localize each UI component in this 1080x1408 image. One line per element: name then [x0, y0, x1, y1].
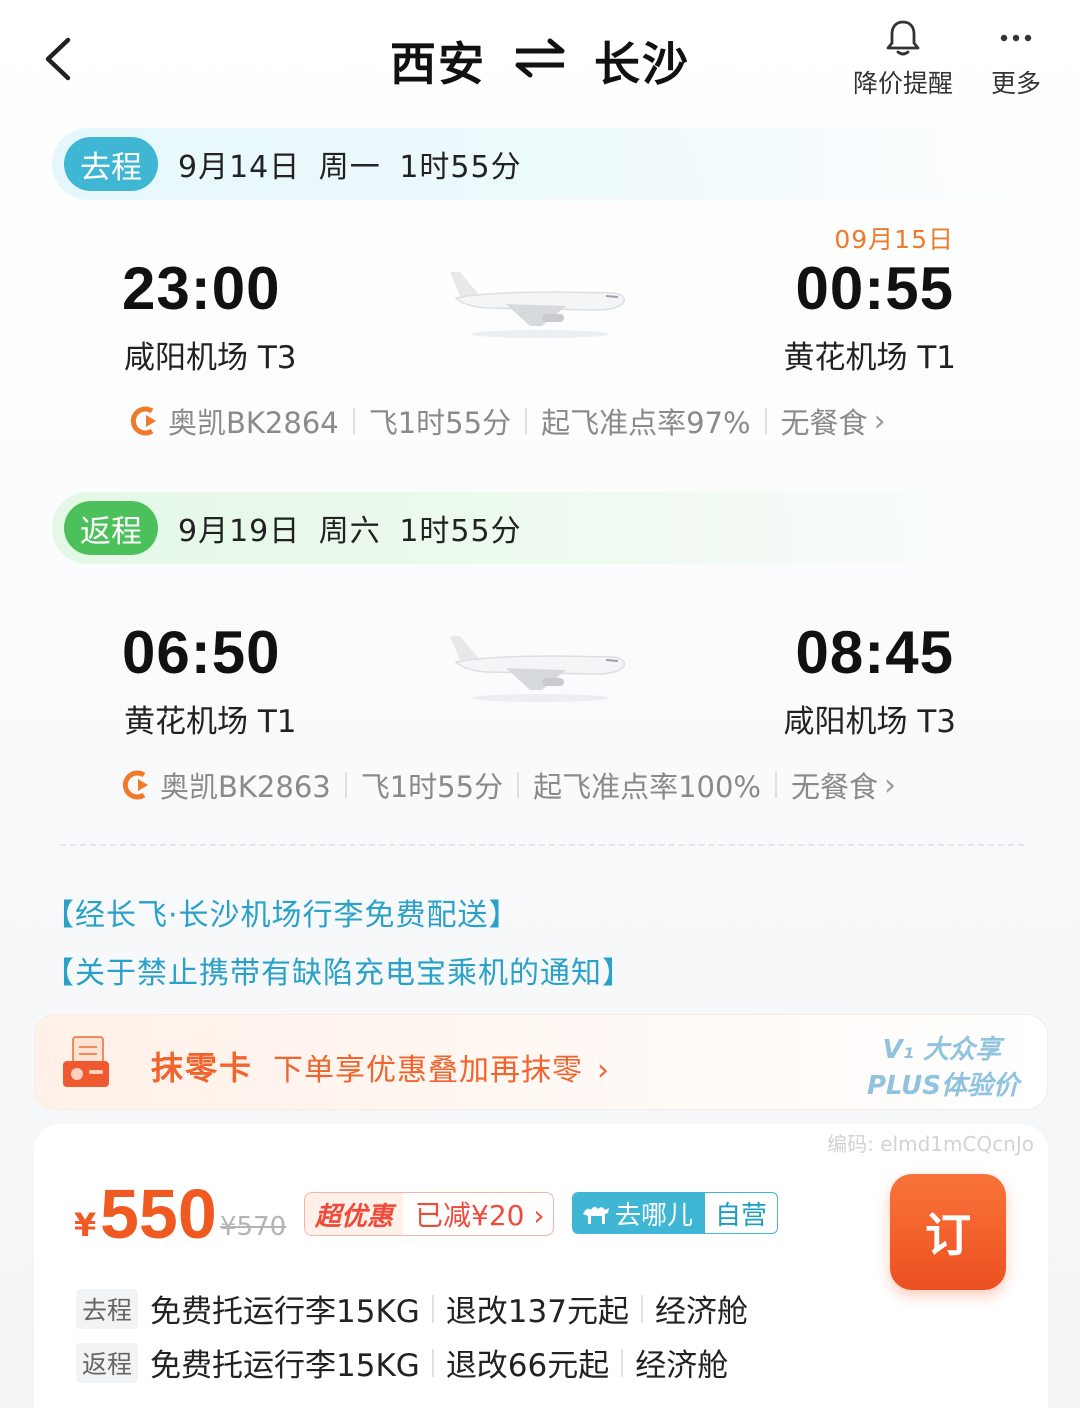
meal-info: 无餐食: [791, 770, 879, 804]
return-flight-details[interactable]: 奥凯BK2863 飞1时55分 起飞准点率100% 无餐食 ›: [122, 764, 896, 806]
on-time-rate: 起飞准点率100%: [533, 770, 761, 804]
more-label: 更多: [990, 69, 1041, 98]
notice-link-power-bank[interactable]: 【关于禁止携带有缺陷充电宝乘机的通知】: [44, 948, 633, 992]
outbound-service-row: 去程 免费托运行李15KG 退改137元起 经济舱: [76, 1286, 748, 1331]
return-date-info: 9月19日 周六 1时55分: [178, 514, 522, 549]
watermark-code: 编码: elmd1mCQcnJo: [827, 1132, 1034, 1156]
price-alert-label: 降价提醒: [852, 69, 953, 98]
meal-info: 无餐食: [780, 406, 868, 440]
divider: [517, 772, 520, 798]
discount-card-banner[interactable]: 抹零卡 下单享优惠叠加再抹零 › V₁ 大众享 PLUS体验价: [34, 1014, 1048, 1110]
divider: [621, 1348, 624, 1377]
outbound-header: 去程 9月14日 周一 1时55分: [52, 128, 1028, 200]
departure-time: 23:00: [122, 255, 281, 322]
return-header: 返程 9月19日 周六 1时55分: [52, 492, 1028, 564]
from-city: 西安: [390, 37, 486, 91]
arrival-time: 00:55: [795, 255, 954, 322]
service-leg-tag: 去程: [76, 1288, 139, 1329]
divider: [431, 1348, 434, 1377]
departure-airport: 黄花机场 T1: [124, 704, 297, 740]
departure-time: 06:50: [122, 619, 281, 686]
chevron-right-icon: ›: [597, 1053, 610, 1088]
cabin-class: 经济舱: [654, 1294, 748, 1330]
flight-duration: 飞1时55分: [360, 770, 504, 804]
book-button[interactable]: 订: [890, 1174, 1006, 1290]
notice-link-baggage-delivery[interactable]: 【经长飞·长沙机场行李免费配送】: [44, 890, 520, 934]
price-offer-card: 编码: elmd1mCQcnJo ¥ 550 ¥570 超优惠 已减¥20 › …: [34, 1124, 1048, 1408]
divider: [640, 1294, 643, 1323]
chevron-right-icon: ›: [873, 403, 886, 439]
bell-icon: [886, 20, 920, 56]
round-trip-swap-icon: [515, 38, 565, 77]
divider: [352, 408, 355, 434]
outbound-flight[interactable]: 09月15日 23:00 00:55 咸阳机场 T3 黄花机场 T1 奥凯BK2…: [0, 214, 1080, 454]
divider: [344, 772, 347, 798]
arrival-airport: 黄花机场 T1: [783, 340, 956, 376]
outbound-flight-details[interactable]: 奥凯BK2864 飞1时55分 起飞准点率97% 无餐食 ›: [130, 400, 886, 442]
airplane-icon: [450, 636, 626, 702]
arrival-airport: 咸阳机场 T3: [783, 704, 956, 740]
vendor-name-chip: 去哪儿: [573, 1193, 706, 1233]
chevron-right-icon: ›: [524, 1199, 545, 1232]
discount-card-title: 抹零卡: [151, 1049, 254, 1087]
airline-logo-icon: [122, 770, 148, 800]
return-tag: 返程: [64, 501, 158, 555]
return-service-row: 返程 免费托运行李15KG 退改66元起 经济舱: [76, 1340, 728, 1385]
return-flight[interactable]: 06:50 08:45 黄花机场 T1 咸阳机场 T3 奥凯BK2863 飞1时…: [0, 578, 1080, 818]
outbound-tag: 去程: [64, 137, 158, 191]
chevron-right-icon: ›: [884, 767, 897, 803]
camel-logo-icon: [583, 1206, 609, 1224]
divider: [775, 772, 777, 798]
cabin-class: 经济舱: [635, 1348, 729, 1384]
refund-change-fee: 退改137元起: [445, 1294, 629, 1330]
airline-flight-number: 奥凯BK2864: [168, 406, 339, 440]
refund-change-fee: 退改66元起: [445, 1348, 610, 1384]
arrival-next-day-date: 09月15日: [834, 225, 954, 254]
baggage-allowance: 免费托运行李15KG: [150, 1294, 420, 1330]
original-price: ¥570: [220, 1212, 287, 1242]
airline-flight-number: 奥凯BK2863: [160, 770, 331, 804]
dashed-divider: [60, 844, 1024, 846]
vendor-badge: 去哪儿 自营: [572, 1192, 779, 1234]
departure-airport: 咸阳机场 T3: [124, 340, 297, 376]
discount-card-description: 下单享优惠叠加再抹零 ›: [273, 1053, 610, 1088]
divider: [431, 1294, 434, 1323]
current-price: 550: [100, 1175, 217, 1253]
vip-badge-line2: PLUS体验价: [866, 1071, 1019, 1101]
airline-logo-icon: [130, 406, 156, 436]
outbound-date-info: 9月14日 周一 1时55分: [178, 150, 522, 185]
divider: [525, 408, 528, 434]
price-alert-button[interactable]: 降价提醒: [846, 18, 960, 100]
more-dots-icon: [1000, 34, 1032, 42]
discount-card-icon: [63, 1036, 109, 1087]
currency-symbol: ¥: [74, 1206, 97, 1244]
more-button[interactable]: 更多: [984, 18, 1048, 100]
top-bar: 西安 长沙 降价提醒 更多: [0, 0, 1080, 120]
flight-duration: 飞1时55分: [368, 406, 512, 440]
on-time-rate: 起飞准点率97%: [541, 406, 751, 440]
deal-amount: 已减¥20 ›: [415, 1199, 545, 1232]
vendor-tag: 自营: [715, 1200, 768, 1231]
divider: [764, 408, 767, 434]
to-city: 长沙: [594, 37, 690, 91]
discount-badge[interactable]: 超优惠 已减¥20 ›: [304, 1192, 554, 1236]
arrival-time: 08:45: [795, 619, 954, 686]
deal-label: 超优惠: [305, 1193, 404, 1235]
vip-badge-line1: V₁ 大众享: [882, 1035, 1001, 1065]
baggage-allowance: 免费托运行李15KG: [150, 1348, 420, 1384]
service-leg-tag: 返程: [76, 1342, 139, 1383]
airplane-icon: [450, 272, 626, 338]
